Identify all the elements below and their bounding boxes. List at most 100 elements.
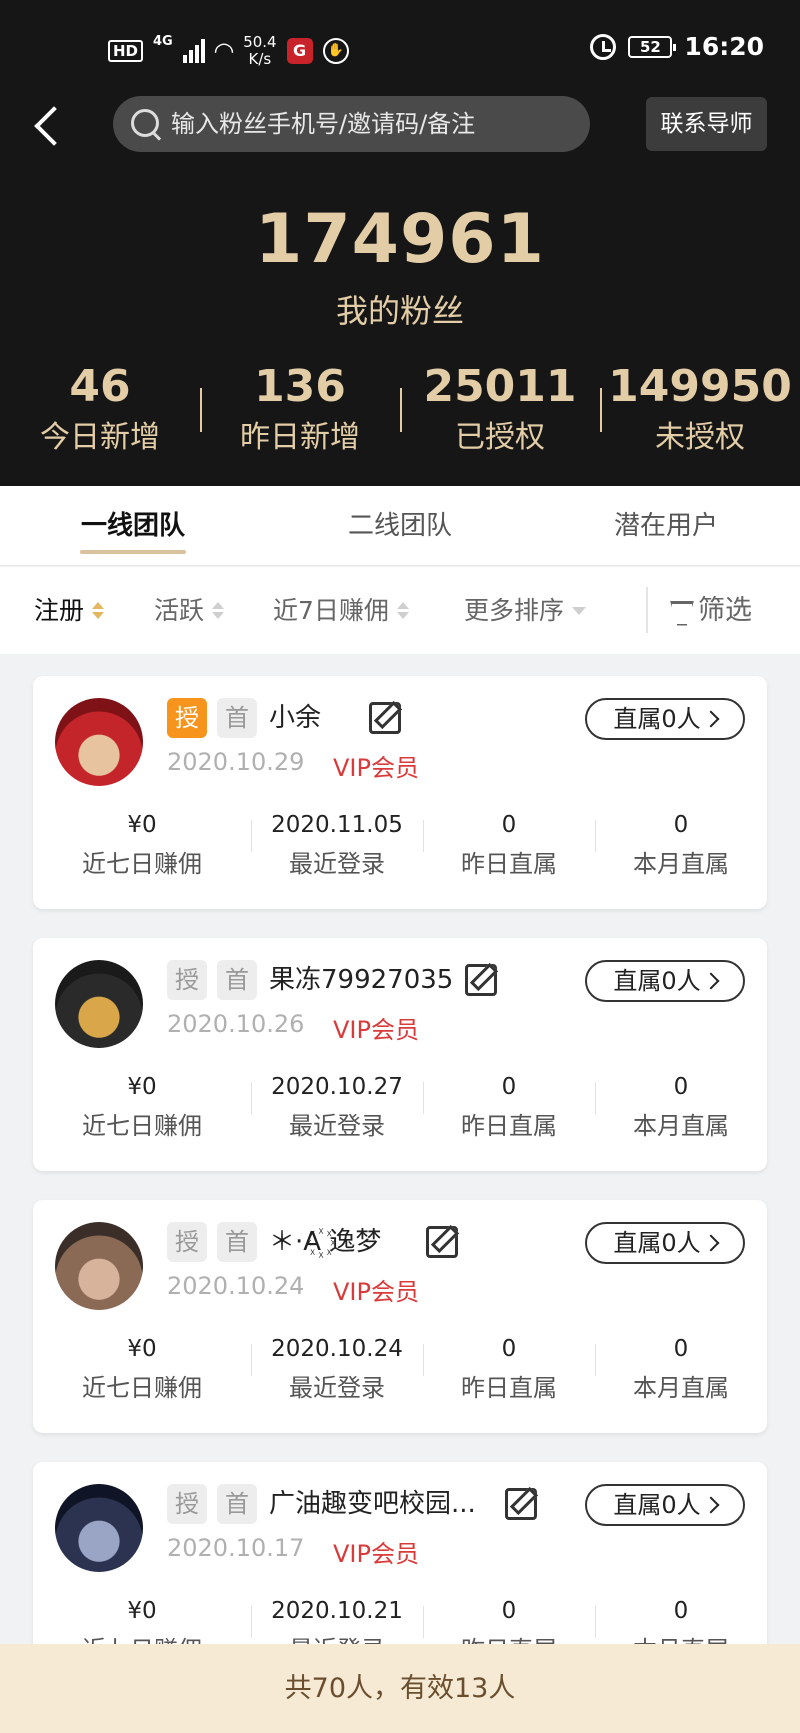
member-stat-label: 最近登录 [289, 1374, 385, 1402]
member-stat-label: 本月直属 [595, 1630, 767, 1644]
member-stat-label: 昨日直属 [423, 1630, 595, 1644]
member-stats: ¥0 近七日赚佣 2020.10.24 最近登录 0 昨日直属 0 本月直属 [33, 1330, 767, 1420]
member-stat-value: 2020.11.05 [271, 812, 403, 838]
sort-active[interactable]: 活跃 [154, 567, 225, 654]
clock-time: 16:20 [684, 32, 764, 61]
divider [646, 587, 648, 633]
direct-label: 直属0人 [613, 967, 701, 995]
stat-unauthorized[interactable]: 149950 未授权 [600, 358, 800, 468]
direct-members-button[interactable]: 直属0人 [585, 960, 745, 1002]
direct-members-button[interactable]: 直属0人 [585, 1222, 745, 1264]
member-stat: 0 本月直属 [595, 806, 767, 896]
member-nickname: 果冻79927035 [269, 965, 454, 995]
sort-register[interactable]: 注册 [34, 567, 105, 654]
member-stat-value: 0 [673, 1598, 689, 1624]
direct-members-button[interactable]: 直属0人 [585, 698, 745, 740]
stat-label: 昨日新增 [240, 420, 360, 455]
tab-first-line-team[interactable]: 一线团队 [80, 486, 186, 566]
sort-7day-commission[interactable]: 近7日赚佣 [273, 567, 409, 654]
avatar[interactable] [55, 1484, 143, 1572]
member-stat-label: 近七日赚佣 [33, 1630, 251, 1644]
alarm-icon [590, 33, 617, 60]
member-stats: ¥0 近七日赚佣 2020.10.21 最近登录 0 昨日直属 0 本月直属 [33, 1592, 767, 1644]
tab-potential-users[interactable]: 潜在用户 [613, 486, 719, 566]
chevron-right-icon [702, 1496, 720, 1514]
member-stat-value: 0 [673, 812, 689, 838]
member-stat-value: 2020.10.24 [271, 1336, 403, 1362]
member-stat: 0 昨日直属 [423, 1330, 595, 1420]
member-stat-label: 本月直属 [633, 1112, 729, 1140]
network-label: 4G [153, 34, 173, 49]
fans-count: 174961 [255, 200, 545, 279]
member-card[interactable]: 授首 ＊·A꙰ 逸梦 直属0人 2020.10.24 VIP会员 ¥0 近七日赚佣 2020.… [33, 1200, 767, 1433]
edit-icon[interactable] [369, 702, 401, 734]
member-stat: ¥0 近七日赚佣 [33, 1068, 251, 1158]
stat-value: 46 [69, 361, 131, 412]
app-notification-icon: G [286, 38, 313, 64]
vip-label: VIP会员 [333, 1540, 419, 1568]
first-badge: 首 [217, 960, 257, 1000]
stat-yesterday-new[interactable]: 136 昨日新增 [200, 358, 400, 468]
vip-label: VIP会员 [333, 1016, 419, 1044]
sort-label: 近7日赚佣 [273, 596, 389, 625]
member-stat-value: 0 [501, 1074, 517, 1100]
member-list[interactable]: 授首小余 直属0人 2020.10.29 VIP会员 ¥0 近七日赚佣 2020.11.05… [0, 654, 800, 1644]
back-arrow-icon[interactable] [28, 100, 68, 150]
member-stat-label: 本月直属 [633, 1374, 729, 1402]
search-input[interactable] [171, 110, 571, 138]
hand-icon: ✋ [322, 38, 349, 64]
avatar[interactable] [55, 960, 143, 1048]
member-stat: ¥0 近七日赚佣 [33, 806, 251, 896]
member-stat-value: 2020.10.27 [271, 1074, 403, 1100]
member-stat-value: 0 [673, 1336, 689, 1362]
member-card[interactable]: 授首果冻79927035 直属0人 2020.10.26 VIP会员 ¥0 近七日赚佣 20… [33, 938, 767, 1171]
member-nickname: 小余 [269, 703, 322, 733]
first-badge: 首 [217, 698, 257, 738]
member-stat-value: ¥0 [127, 1598, 157, 1624]
sort-arrows-icon [212, 602, 225, 619]
member-stat-label: 本月直属 [633, 850, 729, 878]
more-sort-dropdown[interactable]: 更多排序 [464, 567, 587, 654]
filter-button[interactable]: 筛选 [670, 567, 752, 654]
member-stat-value: 2020.10.21 [271, 1598, 403, 1624]
stat-authorized[interactable]: 25011 已授权 [400, 358, 600, 468]
member-nickname: 广油趣变吧校园... [269, 1489, 476, 1519]
member-card[interactable]: 授首小余 直属0人 2020.10.29 VIP会员 ¥0 近七日赚佣 2020.11.05… [33, 676, 767, 909]
contact-mentor-button[interactable]: 联系导师 [646, 97, 767, 151]
member-card[interactable]: 授首广油趣变吧校园...直属0人2020.10.17VIP会员¥0近七日赚佣20… [33, 1462, 767, 1644]
member-stat: 2020.11.05 最近登录 [251, 806, 423, 896]
member-stat-label: 近七日赚佣 [82, 850, 202, 878]
member-stat-label: 近七日赚佣 [82, 1374, 202, 1402]
avatar[interactable] [55, 698, 143, 786]
authorized-badge: 授 [167, 698, 207, 738]
member-stat-label: 最近登录 [289, 1112, 385, 1140]
chevron-down-icon [572, 606, 587, 615]
fans-label: 我的粉丝 [335, 292, 464, 330]
search-bar[interactable] [113, 96, 590, 152]
direct-members-button[interactable]: 直属0人 [585, 1484, 745, 1526]
member-stat-value: ¥0 [127, 812, 157, 838]
network-speed: 50.4 K/s [243, 33, 277, 68]
member-stat-value: ¥0 [127, 1336, 157, 1362]
filter-icon [670, 599, 690, 623]
summary-footer: 共70人，有效13人 [0, 1644, 800, 1733]
join-date: 2020.10.24 [167, 1272, 305, 1300]
edit-icon[interactable] [465, 964, 497, 996]
stat-today-new[interactable]: 46 今日新增 [0, 358, 200, 468]
vip-label: VIP会员 [333, 1278, 419, 1306]
stat-label: 今日新增 [40, 420, 160, 455]
chevron-right-icon [702, 710, 720, 728]
edit-icon[interactable] [505, 1488, 537, 1520]
wifi-icon: ◠ [214, 37, 234, 65]
edit-icon[interactable] [426, 1226, 458, 1258]
fan-stats: 46 今日新增 136 昨日新增 25011 已授权 149950 未授权 [0, 358, 800, 468]
search-icon [129, 107, 163, 141]
sort-arrows-icon [396, 602, 409, 619]
tab-second-line-team[interactable]: 二线团队 [347, 486, 453, 566]
sort-bar: 注册 活跃 近7日赚佣 更多排序 筛选 [0, 567, 800, 654]
member-stat: 2020.10.27 最近登录 [251, 1068, 423, 1158]
member-stat: ¥0 近七日赚佣 [33, 1592, 251, 1644]
member-stat: ¥0 近七日赚佣 [33, 1330, 251, 1420]
avatar[interactable] [55, 1222, 143, 1310]
signal-icon [182, 39, 205, 63]
